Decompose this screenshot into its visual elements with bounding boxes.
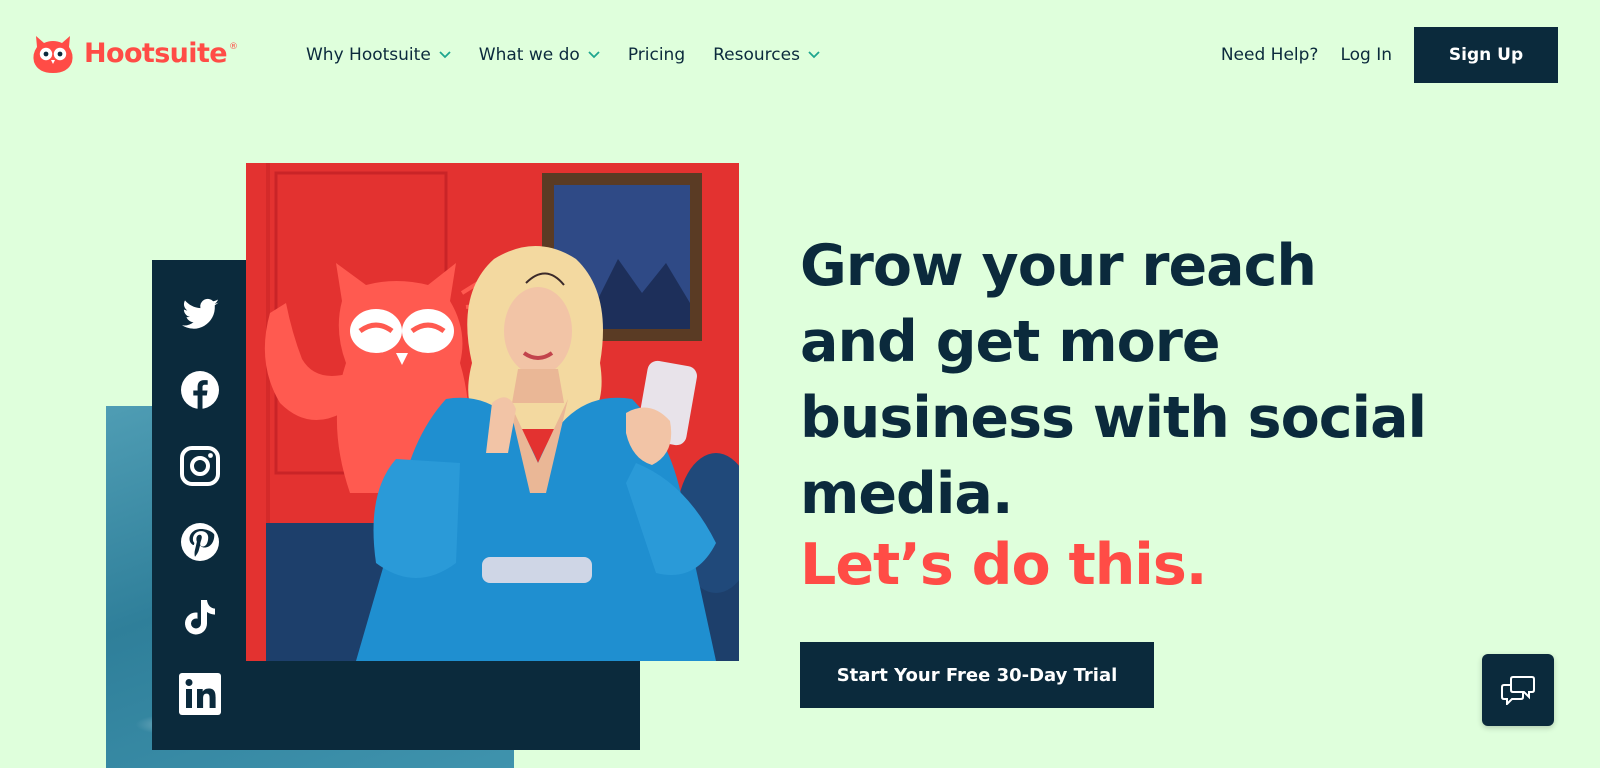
nav-label: Resources: [713, 45, 800, 65]
linkedin-icon[interactable]: [176, 670, 224, 718]
instagram-icon[interactable]: [176, 442, 224, 490]
account-nav: Need Help? Log In Sign Up: [1221, 27, 1558, 83]
site-header: Hootsuite ® Why Hootsuite What we do Pri…: [0, 0, 1600, 110]
facebook-icon[interactable]: [176, 366, 224, 414]
chat-bubbles-icon: [1501, 676, 1535, 705]
hero-illustration: [246, 163, 739, 661]
hero-photo: [246, 163, 739, 661]
social-icons-list: [176, 290, 224, 718]
twitter-icon[interactable]: [176, 290, 224, 338]
log-in-link[interactable]: Log In: [1340, 45, 1392, 65]
hero-tagline: Let’s do this.: [800, 532, 1207, 598]
chevron-down-icon: [808, 51, 820, 59]
sign-up-button[interactable]: Sign Up: [1414, 27, 1558, 83]
chevron-down-icon: [588, 51, 600, 59]
pinterest-icon[interactable]: [176, 518, 224, 566]
tiktok-icon[interactable]: [176, 594, 224, 642]
owl-logo-icon: [33, 36, 73, 73]
nav-label: What we do: [478, 45, 580, 65]
nav-label: Why Hootsuite: [306, 45, 431, 65]
need-help-link[interactable]: Need Help?: [1221, 45, 1319, 65]
registered-mark: ®: [228, 42, 238, 52]
nav-label: Pricing: [627, 45, 686, 65]
nav-what-we-do[interactable]: What we do: [479, 45, 600, 65]
chat-button[interactable]: [1482, 654, 1554, 726]
start-free-trial-button[interactable]: Start Your Free 30-Day Trial: [800, 642, 1154, 708]
nav-resources[interactable]: Resources: [713, 45, 820, 65]
main-nav: Why Hootsuite What we do Pricing Resourc…: [306, 40, 820, 70]
chevron-down-icon: [439, 51, 451, 59]
hootsuite-logo[interactable]: Hootsuite ®: [30, 30, 238, 76]
nav-pricing[interactable]: Pricing: [628, 45, 685, 65]
logo-wordmark: Hootsuite: [84, 37, 228, 69]
nav-why-hootsuite[interactable]: Why Hootsuite: [306, 45, 451, 65]
hero-headline: Grow your reach and get more business wi…: [800, 233, 1427, 527]
